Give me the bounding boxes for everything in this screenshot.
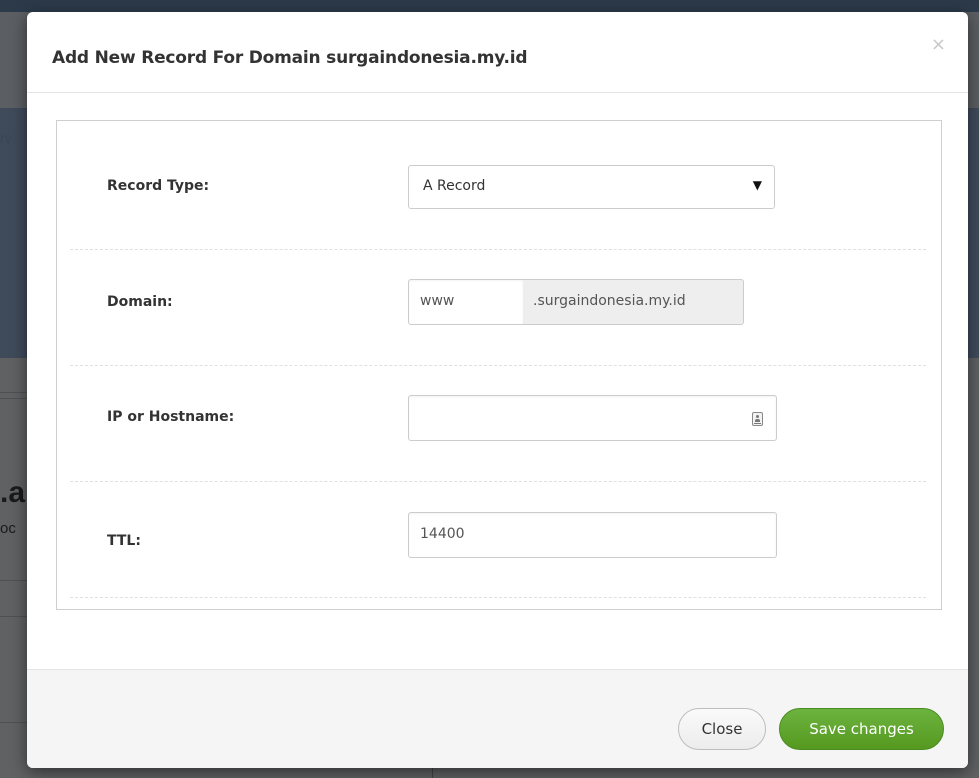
record-form: Record Type: A Record ▼ Domain: www .sur…	[56, 120, 942, 610]
domain-suffix-addon: .surgaindonesia.my.id	[523, 279, 744, 325]
ttl-row: TTL: 14400	[70, 481, 926, 598]
ip-hostname-input[interactable]	[408, 395, 777, 441]
background-subtext-fragment: oc	[0, 520, 16, 537]
ttl-value: 14400	[420, 526, 465, 542]
record-type-select[interactable]: A Record ▼	[408, 165, 775, 209]
background-divider	[0, 392, 30, 393]
record-type-label: Record Type:	[107, 178, 210, 194]
ttl-label: TTL:	[107, 533, 141, 549]
background-heading-fragment: .a	[0, 476, 26, 509]
ip-hostname-label: IP or Hostname:	[107, 409, 235, 425]
background-divider	[0, 580, 30, 581]
modal-title: Add New Record For Domain surgaindonesia…	[52, 48, 528, 68]
domain-label: Domain:	[107, 294, 173, 310]
domain-suffix-text: .surgaindonesia.my.id	[533, 293, 686, 309]
background-topbar	[0, 0, 979, 12]
background-text-fragment: rv	[0, 130, 12, 146]
record-type-value: A Record	[423, 178, 486, 194]
modal-header: Add New Record For Domain surgaindonesia…	[27, 12, 968, 93]
save-changes-button[interactable]: Save changes	[779, 708, 944, 750]
close-icon[interactable]: ×	[931, 34, 946, 55]
record-type-row: Record Type: A Record ▼	[70, 133, 926, 250]
domain-row: Domain: www .surgaindonesia.my.id	[70, 249, 926, 366]
close-button[interactable]: Close	[678, 708, 766, 750]
ttl-input[interactable]: 14400	[408, 512, 777, 558]
modal-footer: Close Save changes	[27, 669, 968, 768]
domain-subdomain-value: www	[420, 293, 455, 309]
background-divider	[0, 398, 30, 399]
domain-subdomain-input[interactable]: www	[408, 279, 524, 325]
chevron-down-icon: ▼	[752, 178, 762, 192]
contact-card-icon[interactable]	[752, 412, 763, 426]
background-divider	[0, 722, 30, 723]
ip-hostname-row: IP or Hostname:	[70, 365, 926, 482]
background-divider	[0, 616, 30, 617]
add-record-modal: Add New Record For Domain surgaindonesia…	[27, 12, 968, 768]
